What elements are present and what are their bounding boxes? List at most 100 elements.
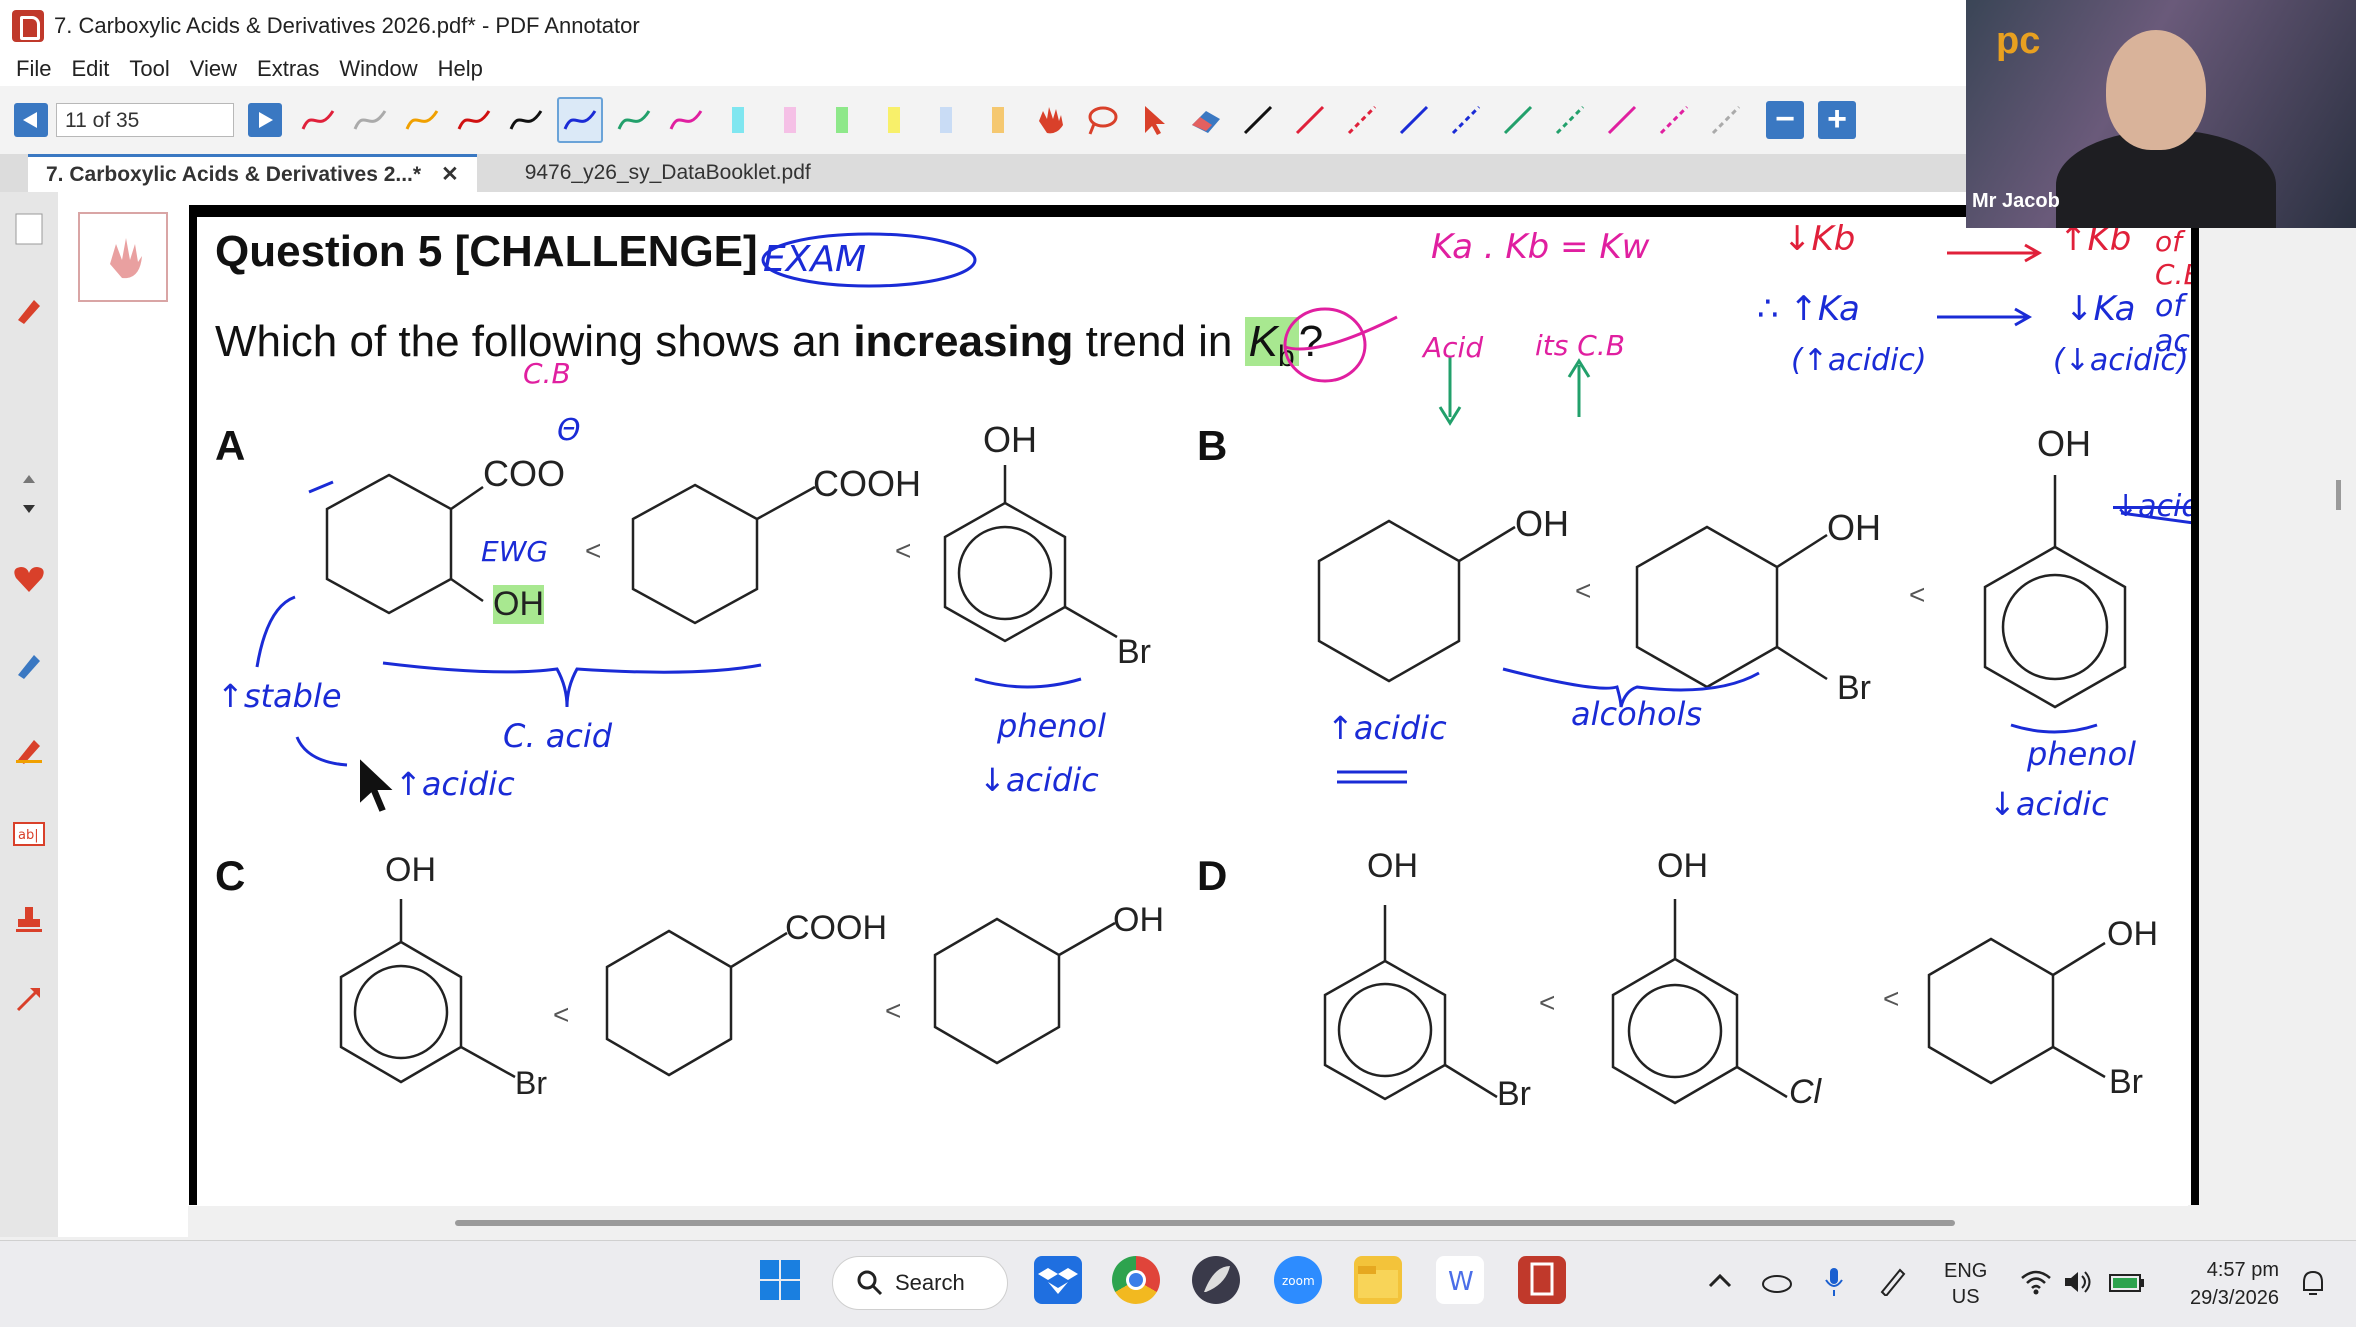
taskbar-search[interactable]: Search	[832, 1256, 1008, 1310]
favorite-heart-icon[interactable]	[12, 562, 46, 596]
dashed-line-blue-icon[interactable]	[1445, 99, 1487, 141]
line-red-icon[interactable]	[1289, 99, 1331, 141]
dashed-line-magenta-icon[interactable]	[1653, 99, 1695, 141]
menu-extras[interactable]: Extras	[257, 56, 319, 82]
eraser-tool-icon[interactable]	[1185, 99, 1227, 141]
lt-sign: <	[1883, 983, 1900, 1014]
b2-br-label: Br	[1837, 669, 1871, 707]
menu-view[interactable]: View	[190, 56, 237, 82]
menu-tool[interactable]: Tool	[129, 56, 169, 82]
zoom-out-button[interactable]: −	[1766, 101, 1804, 139]
horizontal-scrollbar[interactable]	[455, 1220, 1955, 1226]
d2-cl-label: Cl	[1789, 1073, 1822, 1111]
pen-tool-black-icon[interactable]	[505, 99, 547, 141]
page-thumbnail[interactable]	[78, 212, 168, 302]
menu-file[interactable]: File	[16, 56, 51, 82]
previous-page-button[interactable]	[14, 103, 48, 137]
question-title: Question 5 [CHALLENGE]	[215, 227, 758, 276]
pen-icon[interactable]	[12, 292, 46, 326]
ann-dec-kb: ↓Kb	[1783, 219, 1856, 259]
dashed-line-grey-icon[interactable]	[1705, 99, 1747, 141]
microphone-icon[interactable]	[1822, 1266, 1846, 1304]
wifi-icon[interactable]	[2020, 1268, 2052, 1302]
line-black-icon[interactable]	[1237, 99, 1279, 141]
line-magenta-icon[interactable]	[1601, 99, 1643, 141]
option-c-label: C	[215, 852, 246, 899]
chrome-icon[interactable]	[1112, 1256, 1160, 1304]
vertical-scrollbar[interactable]	[2336, 480, 2341, 510]
highlighter-icon[interactable]	[12, 732, 46, 766]
ann-theta: Θ	[557, 413, 581, 448]
page-number-field[interactable]: 11 of 35	[56, 103, 234, 137]
option-d-label: D	[1197, 852, 1228, 899]
menu-window[interactable]: Window	[339, 56, 417, 82]
line-green-icon[interactable]	[1497, 99, 1539, 141]
pen-tool-red-icon[interactable]	[297, 99, 339, 141]
volume-icon[interactable]	[2062, 1268, 2094, 1302]
webcam-overlay: pc Mr Jacob	[1966, 0, 2356, 228]
a1-coo-label: COO	[483, 453, 566, 494]
word-app-icon[interactable]: W	[1436, 1256, 1484, 1304]
pen-tool-orange-icon[interactable]	[401, 99, 443, 141]
tab-label: 7. Carboxylic Acids & Derivatives 2...*	[46, 162, 422, 186]
zoom-in-button[interactable]: +	[1818, 101, 1856, 139]
highlighter-orange-icon[interactable]	[977, 99, 1019, 141]
zoom-icon[interactable]: zoom	[1274, 1256, 1322, 1304]
onedrive-cloud-icon[interactable]	[1760, 1268, 1794, 1302]
scroll-up-icon[interactable]	[12, 462, 46, 496]
feather-app-icon[interactable]	[1192, 1256, 1240, 1304]
presenter-name: Mr Jacob	[1972, 190, 2060, 212]
select-arrow-icon[interactable]	[1133, 99, 1175, 141]
dashed-line-green-icon[interactable]	[1549, 99, 1591, 141]
blank-page-icon[interactable]	[12, 212, 46, 246]
pdf-annotator-app-icon	[12, 10, 44, 42]
menu-edit[interactable]: Edit	[71, 56, 109, 82]
lt-sign: <	[553, 999, 570, 1030]
presenter-head	[2106, 30, 2206, 150]
dropbox-icon[interactable]	[1034, 1256, 1082, 1304]
ann-phenol-a: phenol	[997, 707, 1107, 745]
tab-data-booklet[interactable]: 9476_y26_sy_DataBooklet.pdf	[507, 154, 829, 192]
line-blue-icon[interactable]	[1393, 99, 1435, 141]
highlighter-pink-icon[interactable]	[769, 99, 811, 141]
highlighter-yellow-icon[interactable]	[873, 99, 915, 141]
show-hidden-icons-icon[interactable]	[1706, 1268, 1734, 1302]
pdf-annotator-taskbar-icon[interactable]	[1518, 1256, 1566, 1304]
marker-icon[interactable]	[12, 647, 46, 681]
ann-acid: Acid	[1423, 331, 1484, 364]
pen-tool-blue-icon[interactable]	[557, 97, 603, 143]
file-explorer-icon[interactable]	[1354, 1256, 1402, 1304]
ann-inc-acidic: (↑acidic)	[1791, 343, 1927, 378]
notifications-icon[interactable]	[2298, 1268, 2328, 1304]
pen-settings-icon[interactable]	[1878, 1266, 1908, 1302]
clock[interactable]: 4:57 pm 29/3/2026	[2190, 1256, 2279, 1312]
highlighter-cyan-icon[interactable]	[717, 99, 759, 141]
search-icon	[857, 1270, 883, 1296]
c1-oh-label: OH	[385, 851, 436, 889]
stamp-icon[interactable]	[12, 902, 46, 936]
windows-start-icon[interactable]	[756, 1256, 804, 1304]
lasso-tool-icon[interactable]	[1081, 99, 1123, 141]
dashed-line-red-icon[interactable]	[1341, 99, 1383, 141]
battery-icon[interactable]	[2108, 1268, 2146, 1302]
next-page-button[interactable]	[248, 103, 282, 137]
hand-tool-icon[interactable]	[1029, 99, 1071, 141]
pen-tool-grey-icon[interactable]	[349, 99, 391, 141]
tab-carboxylic-acids[interactable]: 7. Carboxylic Acids & Derivatives 2...* …	[28, 154, 477, 192]
language-indicator[interactable]: ENG US	[1944, 1258, 1987, 1310]
close-tab-icon[interactable]: ✕	[441, 162, 459, 187]
menu-help[interactable]: Help	[438, 56, 483, 82]
pen-tool-magenta-icon[interactable]	[665, 99, 707, 141]
pdf-page[interactable]: Question 5 [CHALLENGE] Which of the foll…	[197, 217, 2191, 1205]
arrow-tool-icon[interactable]	[12, 982, 46, 1016]
scroll-down-icon[interactable]	[12, 492, 46, 526]
pen-tool-darkred-icon[interactable]	[453, 99, 495, 141]
text-box-icon[interactable]: ab|	[12, 817, 46, 851]
c3-oh-label: OH	[1113, 901, 1164, 939]
b2-oh-label: OH	[1827, 507, 1881, 548]
highlighter-lightblue-icon[interactable]	[925, 99, 967, 141]
lt-sign: <	[1539, 987, 1556, 1018]
pen-tool-green-icon[interactable]	[613, 99, 655, 141]
highlighter-green-icon[interactable]	[821, 99, 863, 141]
webcam-logo: pc	[1996, 20, 2041, 62]
